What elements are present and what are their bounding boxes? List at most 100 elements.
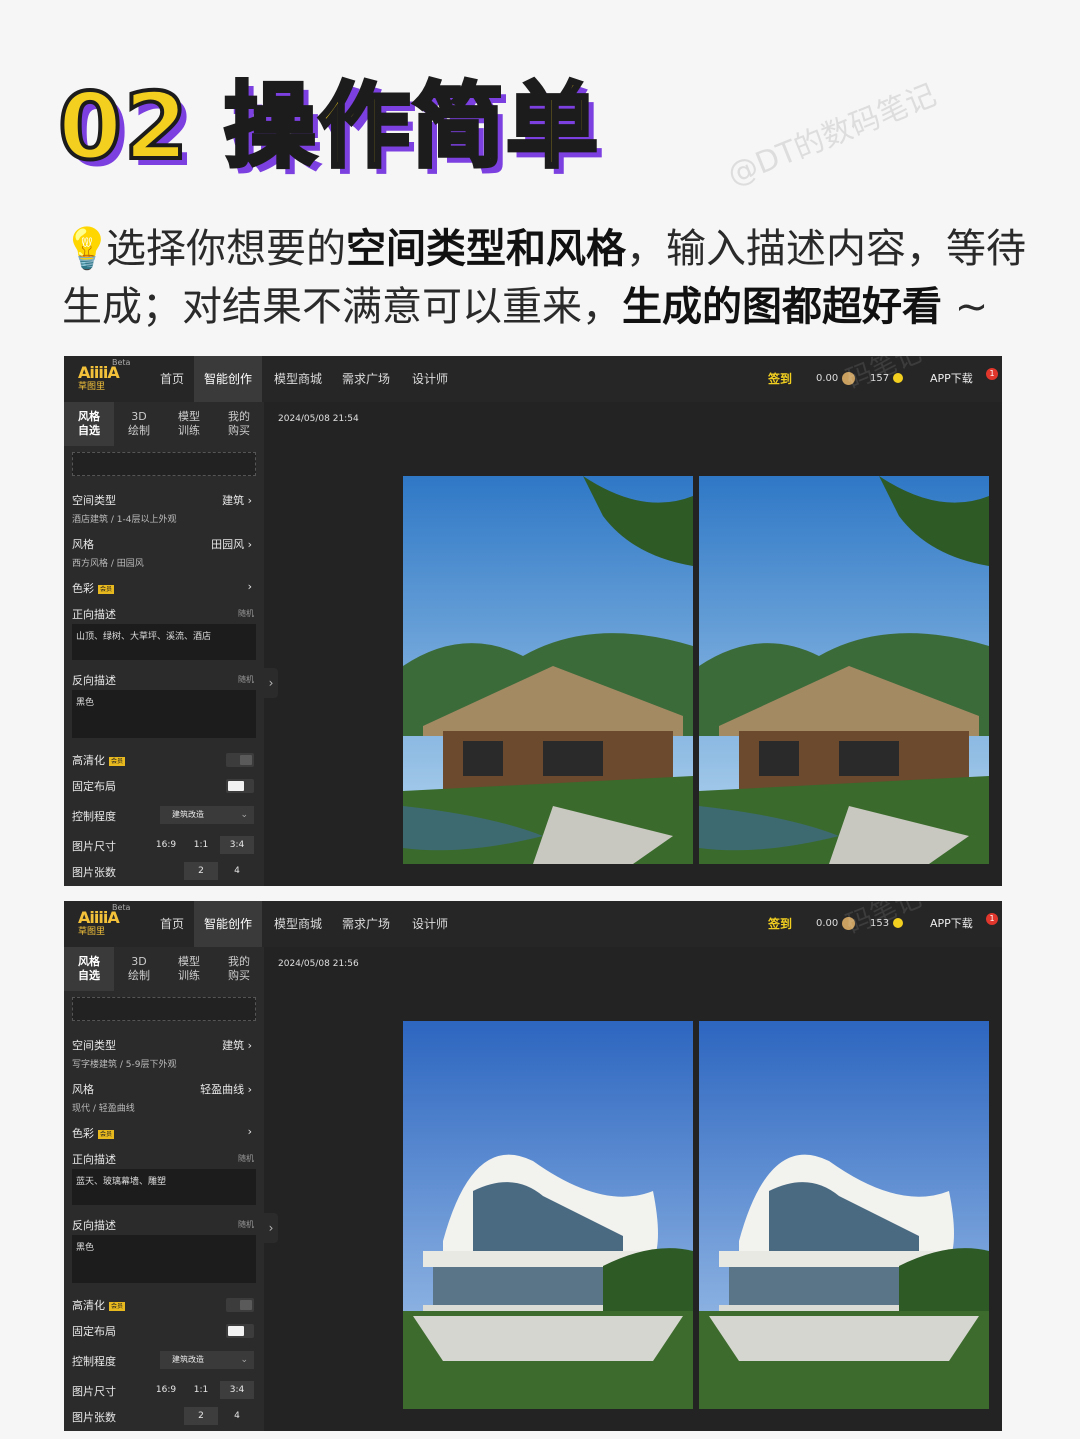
color-label: 色彩 会员 [72, 1127, 115, 1140]
space-type-label: 空间类型 [72, 494, 116, 507]
control-level-select[interactable]: 建筑改造 ⌄ [160, 806, 254, 824]
signin-button[interactable]: 签到 [768, 356, 792, 402]
control-level-select[interactable]: 建筑改造 ⌄ [160, 1351, 254, 1369]
style-select[interactable]: 轻盈曲线 › [200, 1081, 252, 1097]
count-option-4[interactable]: 4 [222, 1407, 252, 1425]
nav-model-store[interactable]: 模型商城 [264, 356, 332, 402]
fixed-layout-toggle[interactable] [226, 1324, 254, 1338]
positive-prompt-label: 正向描述 [72, 608, 116, 621]
control-level-label: 控制程度 [72, 810, 116, 823]
color-label: 色彩 会员 [72, 582, 115, 595]
style-sub: 现代 / 轻盈曲线 [72, 1104, 135, 1114]
image-count-label: 图片张数 [72, 1411, 116, 1424]
lightbulb-icon: 💡 [62, 226, 112, 272]
nav-model-store[interactable]: 模型商城 [264, 901, 332, 947]
tab-3d-draw[interactable]: 3D 绘制 [114, 947, 164, 991]
app-download-link[interactable]: APP下载 [930, 901, 973, 947]
control-level-label: 控制程度 [72, 1355, 116, 1368]
nav-smart-create[interactable]: 智能创作 [194, 901, 263, 947]
style-sub: 西方风格 / 田园风 [72, 559, 144, 569]
size-option-1-1[interactable]: 1:1 [186, 1381, 216, 1399]
beta-badge: Beta [112, 903, 131, 912]
generated-image-2[interactable] [699, 1021, 989, 1409]
watermark: @DT的数码笔记 [722, 77, 942, 193]
intro-text: 💡选择你想要的空间类型和风格，输入描述内容，等待生成；对结果不满意可以重来，生成… [62, 220, 1052, 336]
tab-style-select[interactable]: 风格 自选 [64, 947, 114, 991]
negative-prompt-label: 反向描述 [72, 674, 116, 687]
generation-timestamp: 2024/05/08 21:54 [278, 414, 359, 424]
size-option-3-4[interactable]: 3:4 [220, 1381, 254, 1399]
nav-home[interactable]: 首页 [150, 901, 194, 947]
upload-area[interactable] [72, 452, 256, 476]
generated-image-2[interactable] [699, 476, 989, 864]
chevron-down-icon: ⌄ [240, 1355, 248, 1365]
style-label: 风格 [72, 538, 94, 551]
nav-demand-square[interactable]: 需求广场 [332, 901, 400, 947]
negative-random-button[interactable]: 随机 [238, 1219, 254, 1230]
image-size-label: 图片尺寸 [72, 840, 116, 853]
count-option-4[interactable]: 4 [222, 862, 252, 880]
hd-label: 高清化 会员 [72, 754, 126, 767]
collapse-panel-chevron-icon[interactable]: › [264, 668, 278, 698]
space-type-sub: 写字楼建筑 / 5-9层下外观 [72, 1060, 177, 1070]
nav-demand-square[interactable]: 需求广场 [332, 356, 400, 402]
negative-prompt-label: 反向描述 [72, 1219, 116, 1232]
positive-random-button[interactable]: 随机 [238, 1153, 254, 1164]
space-type-label: 空间类型 [72, 1039, 116, 1052]
app-download-link[interactable]: APP下载 [930, 356, 973, 402]
signin-button[interactable]: 签到 [768, 901, 792, 947]
headline: 02 操作简单 [56, 71, 601, 182]
tab-style-select[interactable]: 风格 自选 [64, 402, 114, 446]
fixed-layout-toggle[interactable] [226, 779, 254, 793]
notification-badge[interactable]: 1 [986, 913, 998, 925]
nav-home[interactable]: 首页 [150, 356, 194, 402]
space-type-select[interactable]: 建筑 › [222, 1037, 252, 1053]
size-option-16-9[interactable]: 16:9 [150, 1381, 182, 1399]
negative-random-button[interactable]: 随机 [238, 674, 254, 685]
negative-prompt-input[interactable]: 黑色 [72, 690, 256, 738]
positive-random-button[interactable]: 随机 [238, 608, 254, 619]
collapse-panel-chevron-icon[interactable]: › [264, 1213, 278, 1243]
settings-panel: 风格 自选 3D 绘制 模型 训练 我的 购买 空间类型 建筑 › 酒店建筑 / 1-4… [64, 402, 264, 886]
count-option-2[interactable]: 2 [184, 1407, 218, 1425]
notification-badge[interactable]: 1 [986, 368, 998, 380]
tab-my-purchases[interactable]: 我的 购买 [214, 947, 264, 991]
color-select[interactable]: › [248, 1125, 252, 1138]
space-type-select[interactable]: 建筑 › [222, 492, 252, 508]
nav-designer[interactable]: 设计师 [402, 901, 458, 947]
upload-area[interactable] [72, 997, 256, 1021]
image-count-label: 图片张数 [72, 866, 116, 879]
generation-timestamp: 2024/05/08 21:56 [278, 959, 359, 969]
tab-my-purchases[interactable]: 我的 购买 [214, 402, 264, 446]
color-select[interactable]: › [248, 580, 252, 593]
app-screenshot-2: AiiiiA 草图里 Beta 首页 智能创作 模型商城 需求广场 设计师 签到… [64, 901, 1002, 1431]
size-option-16-9[interactable]: 16:9 [150, 836, 182, 854]
hd-toggle[interactable] [226, 1298, 254, 1312]
generated-image-1[interactable] [403, 476, 693, 864]
style-label: 风格 [72, 1083, 94, 1096]
image-size-label: 图片尺寸 [72, 1385, 116, 1398]
positive-prompt-input[interactable]: 山顶、绿树、大草坪、溪流、酒店 [72, 624, 256, 660]
app-logo[interactable]: AiiiiA 草图里 [78, 909, 120, 939]
generated-image-1[interactable] [403, 1021, 693, 1409]
positive-prompt-label: 正向描述 [72, 1153, 116, 1166]
fixed-layout-label: 固定布局 [72, 780, 116, 793]
space-type-sub: 酒店建筑 / 1-4层以上外观 [72, 515, 177, 525]
settings-panel: 风格 自选 3D 绘制 模型 训练 我的 购买 空间类型 建筑 › 写字楼建筑 / 5-… [64, 947, 264, 1431]
vip-badge: 会员 [98, 584, 115, 594]
style-select[interactable]: 田园风 › [211, 536, 252, 552]
vip-badge: 会员 [109, 756, 126, 766]
size-option-1-1[interactable]: 1:1 [186, 836, 216, 854]
size-option-3-4[interactable]: 3:4 [220, 836, 254, 854]
tab-model-train[interactable]: 模型 训练 [164, 402, 214, 446]
tab-model-train[interactable]: 模型 训练 [164, 947, 214, 991]
count-option-2[interactable]: 2 [184, 862, 218, 880]
positive-prompt-input[interactable]: 蓝天、玻璃幕墙、雕塑 [72, 1169, 256, 1205]
nav-smart-create[interactable]: 智能创作 [194, 356, 263, 402]
hd-toggle[interactable] [226, 753, 254, 767]
tab-3d-draw[interactable]: 3D 绘制 [114, 402, 164, 446]
nav-designer[interactable]: 设计师 [402, 356, 458, 402]
vip-badge: 会员 [109, 1301, 126, 1311]
negative-prompt-input[interactable]: 黑色 [72, 1235, 256, 1283]
app-logo[interactable]: AiiiiA 草图里 [78, 364, 120, 394]
